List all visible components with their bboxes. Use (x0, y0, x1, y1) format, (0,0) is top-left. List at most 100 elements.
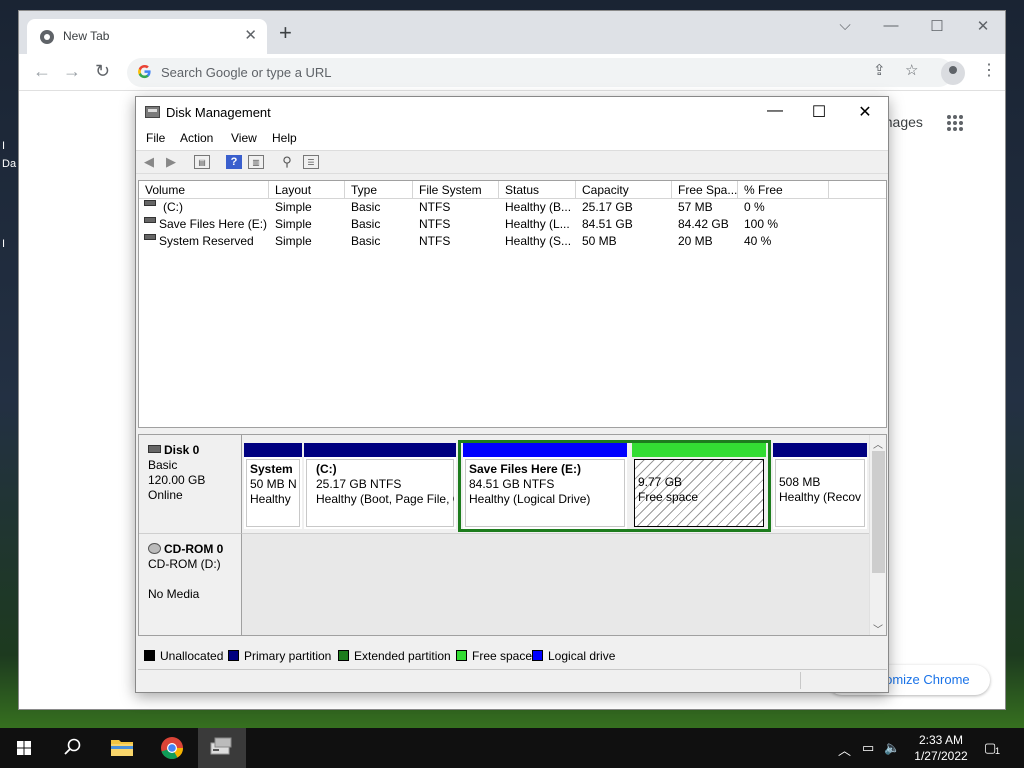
cell-free-space: 20 MB (678, 234, 713, 248)
cell-percent-free: 100 % (744, 217, 779, 231)
disk-0-label[interactable]: Disk 0 Basic 120.00 GB Online (139, 435, 242, 533)
menu-action[interactable]: Action (180, 131, 213, 145)
column-header-percent-free[interactable]: % Free (738, 181, 829, 199)
menu-view[interactable]: View (231, 131, 257, 145)
reload-icon[interactable]: ↻ (95, 61, 110, 82)
table-row[interactable]: Save Files Here (E:) Simple Basic NTFS H… (139, 216, 886, 233)
taskbar-clock[interactable]: 2:33 AM 1/27/2022 (906, 732, 976, 764)
desktop-icon-fragment[interactable]: I (2, 238, 5, 250)
desktop-icon-fragment[interactable]: Da (2, 158, 16, 170)
close-window-icon[interactable]: ✕ (969, 17, 997, 35)
google-g-icon (138, 64, 151, 79)
start-button[interactable] (0, 728, 48, 768)
chrome-taskbar-button[interactable] (148, 728, 196, 768)
connect-icon[interactable]: ⚲ (279, 155, 295, 169)
column-header-type[interactable]: Type (345, 181, 413, 199)
partition-c[interactable]: (C:) 25.17 GB NTFS Healthy (Boot, Page F… (304, 443, 456, 529)
cell-file-system: NTFS (419, 234, 451, 248)
properties-icon[interactable]: ▥ (248, 155, 264, 169)
dm-toolbar: ◀ ▶ ▤ ? ▥ ⚲ ☰ (136, 150, 888, 174)
partition-recovery[interactable]: 508 MB Healthy (Recov (773, 443, 867, 529)
disk-type: Basic (148, 458, 178, 472)
google-apps-grid-icon[interactable] (947, 115, 963, 131)
cdrom-drive: CD-ROM (D:) (148, 557, 221, 571)
tab-new-tab[interactable]: New Tab ✕ (27, 19, 267, 54)
disk-management-app-icon (145, 106, 160, 118)
column-header-capacity[interactable]: Capacity (576, 181, 672, 199)
partition-system-reserved[interactable]: System 50 MB N Healthy (244, 443, 302, 529)
close-tab-icon[interactable]: ✕ (244, 26, 257, 44)
legend-swatch-primary (228, 650, 239, 661)
partition-text: System 50 MB N Healthy (250, 462, 300, 507)
tab-search-chevron-icon[interactable]: ⌵ (831, 17, 859, 34)
cell-percent-free: 40 % (744, 234, 772, 248)
dm-title-bar[interactable]: Disk Management — ☐ ✕ (136, 97, 888, 128)
forward-arrow-icon[interactable]: → (63, 61, 81, 82)
legend-swatch-free (456, 650, 467, 661)
minimize-icon[interactable]: — (760, 102, 790, 120)
desktop-icon-fragment[interactable]: I (2, 140, 5, 152)
column-header-free-space[interactable]: Free Spa... (672, 181, 738, 199)
chrome-menu-icon[interactable]: ⋮ (981, 60, 997, 80)
hard-disk-icon (148, 445, 161, 453)
cdrom-0-label[interactable]: CD-ROM 0 CD-ROM (D:) No Media (139, 533, 242, 635)
partition-size: 84.51 GB NTFS (469, 477, 555, 491)
maximize-icon[interactable]: ☐ (923, 17, 951, 35)
primary-partition-bar (773, 443, 867, 457)
cdrom-name: CD-ROM 0 (164, 542, 224, 556)
new-tab-plus-icon[interactable]: + (279, 22, 292, 44)
cdrom-area[interactable] (242, 533, 871, 635)
column-header-layout[interactable]: Layout (269, 181, 345, 199)
list-view-icon[interactable]: ☰ (303, 155, 319, 169)
forward-arrow-icon[interactable]: ▶ (163, 155, 179, 169)
partition-status: Healthy (Logical Drive) (469, 492, 591, 506)
minimize-icon[interactable]: — (877, 17, 905, 34)
help-icon[interactable]: ? (226, 155, 242, 169)
vertical-scrollbar[interactable]: ︿ ﹀ (869, 435, 886, 635)
show-hide-console-tree-icon[interactable]: ▤ (194, 155, 210, 169)
cell-layout: Simple (275, 217, 312, 231)
show-hidden-icons-chevron-icon[interactable]: ︿ (838, 740, 851, 759)
column-header-status[interactable]: Status (499, 181, 576, 199)
primary-partition-bar (244, 443, 302, 457)
partition-legend: Unallocated Primary partition Extended p… (138, 643, 887, 665)
share-icon[interactable]: ⇪ (873, 61, 886, 79)
maximize-icon[interactable]: ☐ (804, 102, 834, 122)
column-header-file-system[interactable]: File System (413, 181, 499, 199)
search-button[interactable] (48, 728, 96, 768)
partition-save-files-e[interactable]: Save Files Here (E:) 84.51 GB NTFS Healt… (463, 443, 627, 529)
profile-avatar-icon[interactable] (941, 61, 965, 85)
legend-label: Extended partition (354, 649, 451, 663)
cell-free-space: 84.42 GB (678, 217, 729, 231)
close-window-icon[interactable]: ✕ (850, 102, 880, 122)
cell-status: Healthy (L... (505, 217, 570, 231)
column-header-volume[interactable]: Volume (139, 181, 269, 199)
scroll-up-arrow-icon[interactable]: ︿ (873, 436, 883, 451)
window-title: Disk Management (166, 105, 271, 120)
table-row[interactable]: (C:) Simple Basic NTFS Healthy (B... 25.… (139, 199, 886, 216)
cell-status: Healthy (S... (505, 234, 572, 248)
cdrom-media: No Media (148, 587, 200, 601)
scroll-down-arrow-icon[interactable]: ﹀ (873, 621, 883, 635)
cell-file-system: NTFS (419, 200, 451, 214)
file-explorer-taskbar-button[interactable] (98, 728, 146, 768)
network-icon[interactable]: ▭ (862, 740, 874, 756)
partition-status: Healthy (Recov (779, 490, 862, 504)
cell-layout: Simple (275, 200, 312, 214)
partition-free-space[interactable]: 9.77 GB Free space (632, 443, 766, 529)
bookmark-star-icon[interactable]: ☆ (905, 61, 918, 79)
disk-management-taskbar-button[interactable] (198, 728, 246, 768)
menu-file[interactable]: File (146, 131, 165, 145)
menu-help[interactable]: Help (272, 131, 297, 145)
back-arrow-icon[interactable]: ← (33, 61, 51, 82)
volume-muted-icon[interactable]: 🔈 (884, 740, 900, 756)
table-row[interactable]: System Reserved Simple Basic NTFS Health… (139, 233, 886, 250)
omnibox[interactable]: Search Google or type a URL (127, 58, 953, 87)
partition-status: Healthy (Boot, Page File, C (316, 492, 454, 506)
cell-layout: Simple (275, 234, 312, 248)
legend-label: Free space (472, 649, 533, 663)
back-arrow-icon[interactable]: ◀ (141, 155, 157, 169)
customize-chrome-label: stomize Chrome (875, 672, 970, 687)
search-icon (64, 738, 81, 755)
scrollbar-thumb[interactable] (872, 451, 885, 573)
